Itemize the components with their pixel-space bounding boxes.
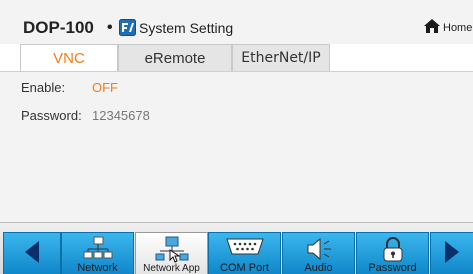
title-separator: • [107, 19, 113, 36]
nav-audio[interactable]: Audio [282, 232, 355, 274]
enable-value[interactable]: OFF [92, 80, 118, 96]
brand-title: DOP-100 [23, 18, 94, 37]
enable-row: Enable: OFF [21, 80, 118, 96]
enable-label: Enable: [21, 80, 66, 95]
home-label: Home [443, 22, 473, 34]
password-value[interactable]: 12345678 [92, 108, 150, 124]
nav-network-app-label: Network App [143, 263, 200, 274]
nav-password-label: Password [368, 262, 417, 274]
password-row: Password: 12345678 [21, 108, 150, 124]
tab-vnc[interactable]: VNC [20, 44, 118, 72]
vnc-settings-panel: Enable: OFF Password: 12345678 [0, 72, 473, 222]
nav-network-label: Network [77, 262, 118, 274]
tab-ethernet-ip[interactable]: EtherNet/IP [232, 44, 330, 72]
settings-tabs: VNC eRemote EtherNet/IP [20, 44, 473, 72]
password-label: Password: [21, 108, 82, 123]
header-bar: DOP-100 • System Setting Home [0, 0, 473, 44]
nav-com-port-label: COM Port [220, 262, 269, 274]
nav-com-port[interactable]: COM Port [208, 232, 281, 274]
page-title: System Setting [139, 20, 234, 36]
nav-password[interactable]: Password [356, 232, 429, 274]
system-setting-icon [119, 19, 136, 36]
home-button[interactable]: Home [423, 18, 473, 39]
arrow-left-icon [23, 240, 41, 269]
home-icon [423, 18, 441, 39]
tab-eremote[interactable]: eRemote [118, 44, 232, 72]
bottom-navbar: Network Network App COM Port Audio Passw… [0, 222, 473, 274]
nav-network[interactable]: Network [61, 232, 134, 274]
nav-network-app[interactable]: Network App [135, 232, 208, 274]
nav-prev-button[interactable] [3, 232, 61, 274]
nav-audio-label: Audio [304, 262, 333, 274]
com-port-icon [225, 236, 265, 265]
nav-next-button[interactable] [430, 232, 473, 274]
arrow-right-icon [443, 240, 461, 269]
